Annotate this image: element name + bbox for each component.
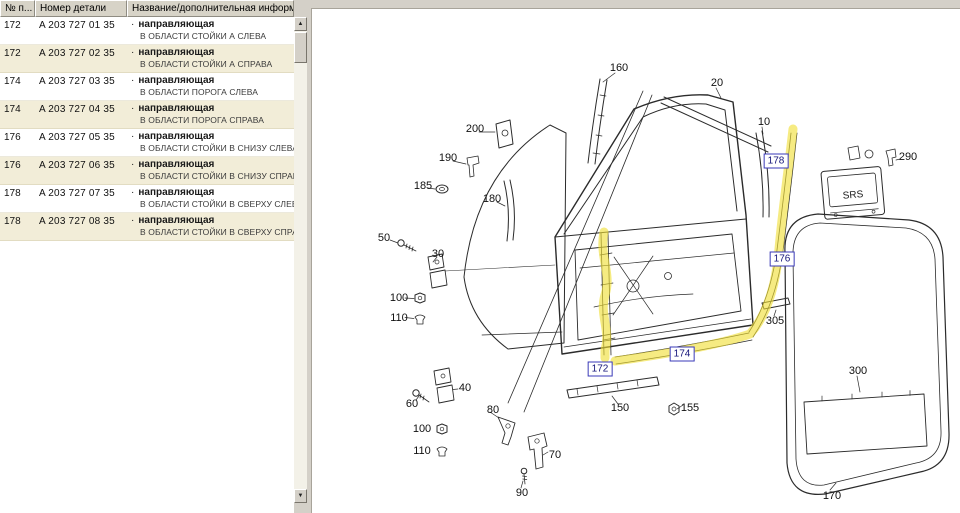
parts-table-body: 172 A 203 727 01 35 · направляющая В ОБЛАСТИ… (0, 17, 294, 241)
part-callout-50[interactable]: 50 (378, 232, 390, 244)
cell-part-number: A 203 727 08 35 (39, 216, 115, 227)
part-callout-160[interactable]: 160 (610, 62, 628, 74)
part-callout-174[interactable]: 174 (669, 346, 695, 362)
scrollbar-down-icon[interactable]: ▼ (294, 489, 307, 503)
bullet-icon: · (131, 215, 135, 226)
column-header-partnumber[interactable]: Номер детали (35, 0, 127, 17)
bullet-icon: · (131, 187, 135, 198)
cell-name: · направляющая В ОБЛАСТИ СТОЙКИ А СПРАВА (131, 47, 273, 69)
cell-name: · направляющая В ОБЛАСТИ ПОРОГА СЛЕВА (131, 75, 259, 97)
part-callout-100[interactable]: 100 (390, 292, 408, 304)
epc-window: № п... Номер детали Название/дополнитель… (0, 0, 960, 513)
cell-part-number: A 203 727 04 35 (39, 104, 115, 115)
column-header-name[interactable]: Название/дополнительная информация (127, 0, 294, 17)
scrollbar-thumb[interactable] (294, 32, 307, 63)
cell-name: · направляющая В ОБЛАСТИ СТОЙКИ В СНИЗУ СЛ… (131, 131, 294, 153)
part-callout-10[interactable]: 10 (758, 116, 770, 128)
part-callout-170[interactable]: 170 (823, 490, 841, 502)
part-callout-300[interactable]: 300 (849, 365, 867, 377)
part-callout-150[interactable]: 150 (611, 402, 629, 414)
bullet-icon: · (131, 19, 135, 30)
table-row[interactable]: 172 A 203 727 01 35 · направляющая В ОБЛАСТИ… (0, 17, 294, 45)
scrollbar-up-icon[interactable]: ▲ (294, 17, 307, 31)
part-callout-110[interactable]: 110 (413, 445, 431, 457)
table-row[interactable]: 176 A 203 727 05 35 · направляющая В ОБЛАСТИ… (0, 129, 294, 157)
cell-part-number: A 203 727 06 35 (39, 160, 115, 171)
bullet-icon: · (131, 131, 135, 142)
part-callout-155[interactable]: 155 (681, 402, 699, 414)
table-header: № п... Номер детали Название/дополнитель… (0, 0, 294, 17)
cell-position-number: 176 (4, 160, 21, 171)
parts-table-panel: № п... Номер детали Название/дополнитель… (0, 0, 294, 513)
bullet-icon: · (131, 159, 135, 170)
part-callout-178[interactable]: 178 (763, 153, 789, 169)
bullet-icon: · (131, 47, 135, 58)
table-row[interactable]: 176 A 203 727 06 35 · направляющая В ОБЛАСТИ… (0, 157, 294, 185)
part-callout-290[interactable]: 290 (899, 151, 917, 163)
cell-name: · направляющая В ОБЛАСТИ СТОЙКИ В СНИЗУ СП… (131, 159, 294, 181)
part-callout-305[interactable]: 305 (766, 315, 784, 327)
cell-position-number: 178 (4, 216, 21, 227)
cell-position-number: 178 (4, 188, 21, 199)
part-callout-110[interactable]: 110 (390, 312, 408, 324)
part-callout-176[interactable]: 176 (769, 251, 795, 267)
part-callout-185[interactable]: 185 (414, 180, 432, 192)
bullet-icon: · (131, 103, 135, 114)
part-callout-190[interactable]: 190 (439, 152, 457, 164)
part-callout-172[interactable]: 172 (587, 361, 613, 377)
bullet-icon: · (131, 75, 135, 86)
part-callout-20[interactable]: 20 (711, 77, 723, 89)
table-row[interactable]: 178 A 203 727 07 35 · направляющая В ОБЛАСТИ… (0, 185, 294, 213)
cell-position-number: 174 (4, 104, 21, 115)
diagram-panel: SRS 160 20 200 190 185 180 10 290 50 30 100 110 40 60… (307, 0, 960, 513)
cell-name: · направляющая В ОБЛАСТИ ПОРОГА СПРАВА (131, 103, 265, 125)
part-callout-70[interactable]: 70 (549, 449, 561, 461)
cell-position-number: 174 (4, 76, 21, 87)
cell-position-number: 172 (4, 20, 21, 31)
cell-part-number: A 203 727 03 35 (39, 76, 115, 87)
cell-name: · направляющая В ОБЛАСТИ СТОЙКИ В СВЕРХУ С… (131, 187, 294, 209)
part-callout-30[interactable]: 30 (432, 248, 444, 260)
part-callout-100[interactable]: 100 (413, 423, 431, 435)
cell-part-number: A 203 727 02 35 (39, 48, 115, 59)
part-callout-200[interactable]: 200 (466, 123, 484, 135)
part-callout-60[interactable]: 60 (406, 398, 418, 410)
cell-part-number: A 203 727 07 35 (39, 188, 115, 199)
table-row[interactable]: 174 A 203 727 03 35 · направляющая В ОБЛАСТИ… (0, 73, 294, 101)
cell-part-number: A 203 727 05 35 (39, 132, 115, 143)
cell-position-number: 172 (4, 48, 21, 59)
diagram-labels: 160 20 200 190 185 180 10 290 50 30 100 110 40 60 100 1… (312, 9, 960, 513)
part-callout-80[interactable]: 80 (487, 404, 499, 416)
part-callout-40[interactable]: 40 (459, 382, 471, 394)
cell-position-number: 176 (4, 132, 21, 143)
cell-name: · направляющая В ОБЛАСТИ СТОЙКИ А СЛЕВА (131, 19, 267, 41)
table-scrollbar-track[interactable]: ▲ ▼ (294, 17, 307, 503)
part-callout-180[interactable]: 180 (483, 193, 501, 205)
table-row[interactable]: 172 A 203 727 02 35 · направляющая В ОБЛАСТИ… (0, 45, 294, 73)
part-callout-90[interactable]: 90 (516, 487, 528, 499)
diagram-surface: SRS 160 20 200 190 185 180 10 290 50 30 100 110 40 60… (311, 8, 960, 513)
table-row[interactable]: 178 A 203 727 08 35 · направляющая В ОБЛАСТИ… (0, 213, 294, 241)
cell-name: · направляющая В ОБЛАСТИ СТОЙКИ В СВЕРХУ С… (131, 215, 294, 237)
cell-part-number: A 203 727 01 35 (39, 20, 115, 31)
column-header-position[interactable]: № п... (0, 0, 35, 17)
table-row[interactable]: 174 A 203 727 04 35 · направляющая В ОБЛАСТИ… (0, 101, 294, 129)
